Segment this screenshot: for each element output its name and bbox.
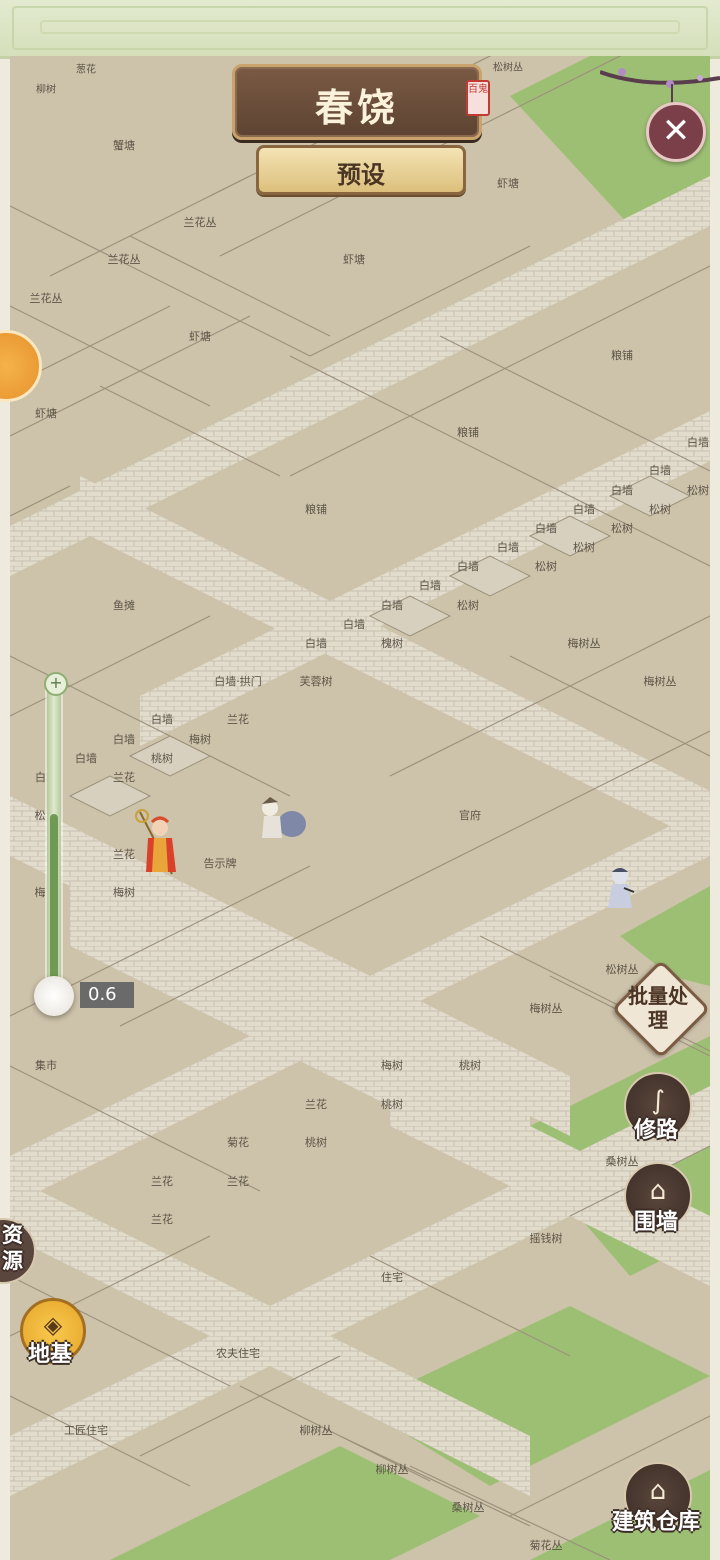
map-label[interactable]: 鱼摊 xyxy=(113,597,135,613)
monk-character[interactable] xyxy=(132,808,182,878)
map-label[interactable]: 摇钱树 xyxy=(530,1230,563,1246)
map-label[interactable]: 农夫住宅 xyxy=(216,1345,260,1361)
zoom-in-icon[interactable]: + xyxy=(44,672,68,696)
map-label[interactable]: 兰花 xyxy=(113,769,135,785)
foundation-icon: ◈ xyxy=(43,1311,63,1339)
map-label[interactable]: 白墙 xyxy=(305,635,327,651)
top-frame xyxy=(0,0,720,59)
map-label[interactable]: 虾塘 xyxy=(497,175,519,191)
wall-build-label[interactable]: 围墙 xyxy=(634,1204,678,1236)
zoom-slider-handle[interactable] xyxy=(34,976,74,1016)
map-label[interactable]: 松树 xyxy=(573,539,595,555)
map-label[interactable]: 粮铺 xyxy=(611,347,633,363)
map-label[interactable]: 兰花丛 xyxy=(108,251,141,267)
title-plaque: 春饶 xyxy=(232,64,482,140)
map-label[interactable]: 桃树 xyxy=(305,1134,327,1150)
map-label[interactable]: 松树丛 xyxy=(493,59,523,74)
frame-rail-inner xyxy=(40,20,680,34)
map-label[interactable]: 兰花 xyxy=(305,1096,327,1112)
map-label[interactable]: 白墙 xyxy=(151,711,173,727)
map-label[interactable]: 白墙 xyxy=(343,616,365,632)
map-label[interactable]: 兰花 xyxy=(151,1173,173,1189)
map-label[interactable]: 工匠住宅 xyxy=(64,1422,108,1438)
map-label[interactable]: 芙蓉树 xyxy=(300,673,333,689)
close-icon: ✕ xyxy=(661,111,691,151)
map-label[interactable]: 住宅 xyxy=(381,1269,403,1285)
map-label[interactable]: 白墙 xyxy=(497,539,519,555)
road-build-label[interactable]: 修路 xyxy=(634,1112,678,1144)
map-label[interactable]: 梅树 xyxy=(113,884,135,900)
map-label[interactable]: 松树 xyxy=(457,597,479,613)
map-label[interactable]: 菊花 xyxy=(227,1134,249,1150)
map-label[interactable]: 梅树丛 xyxy=(568,635,601,651)
batch-process-label[interactable]: 批量处理 xyxy=(626,984,690,1032)
map-label[interactable]: 白墙·拱门 xyxy=(214,673,262,689)
map-label[interactable]: 柳树丛 xyxy=(300,1422,333,1438)
map-label[interactable]: 梅 xyxy=(35,884,46,900)
zoom-value: 0.6 xyxy=(80,982,134,1008)
map-label[interactable]: 柳树丛 xyxy=(376,1461,409,1477)
map-label[interactable]: 集市 xyxy=(35,1057,57,1073)
map-label[interactable]: 告示牌 xyxy=(204,855,237,871)
map-label[interactable]: 桃树 xyxy=(459,1057,481,1073)
villager-character[interactable] xyxy=(602,864,638,912)
map-label[interactable]: 粮铺 xyxy=(457,424,479,440)
map-label[interactable]: 白墙 xyxy=(75,750,97,766)
map-label[interactable]: 白墙 xyxy=(649,462,671,478)
preset-button[interactable]: 预设 xyxy=(256,145,466,195)
map-label[interactable]: 白墙 xyxy=(535,520,557,536)
map-label[interactable]: 兰花丛 xyxy=(30,290,63,306)
map-label[interactable]: 桑树丛 xyxy=(452,1499,485,1515)
map-label[interactable]: 桃树 xyxy=(151,750,173,766)
plum-branch-decoration xyxy=(600,68,720,104)
foundation-label[interactable]: 地基 xyxy=(28,1336,72,1368)
map-label[interactable]: 槐树 xyxy=(381,635,403,651)
grass-field xyxy=(110,1446,480,1560)
warehouse-label[interactable]: 建筑仓库 xyxy=(612,1504,700,1536)
map-label[interactable]: 虾塘 xyxy=(189,328,211,344)
map-label[interactable]: 梅树丛 xyxy=(530,1000,563,1016)
map-label[interactable]: 兰花丛 xyxy=(184,214,217,230)
town-map[interactable]: 葱花 柳树 松树丛 蟹塘 虾塘 兰花丛 兰花丛 兰花丛 虾塘 虾塘 虾塘 粮铺 … xyxy=(10,56,710,1560)
map-label[interactable]: 白墙 xyxy=(419,577,441,593)
map-label[interactable]: 梅树 xyxy=(189,731,211,747)
map-label[interactable]: 兰花 xyxy=(227,711,249,727)
map-label[interactable]: 虾塘 xyxy=(343,251,365,267)
map-label[interactable]: 松树 xyxy=(535,558,557,574)
map-label[interactable]: 桑树丛 xyxy=(606,1153,639,1169)
map-label[interactable]: 粮铺 xyxy=(305,501,327,517)
map-label[interactable]: 白墙 xyxy=(113,731,135,747)
merchant-character[interactable] xyxy=(254,794,308,842)
page-title: 春饶 xyxy=(314,85,399,130)
title-seal-stamp: 百鬼 xyxy=(466,80,490,116)
resource-label[interactable]: 资源 xyxy=(2,1222,26,1274)
wall-gate-icon: ⌂ xyxy=(649,1176,667,1206)
map-label[interactable]: 松树 xyxy=(611,520,633,536)
map-ground xyxy=(10,56,710,1560)
map-label[interactable]: 白墙 xyxy=(611,482,633,498)
map-label[interactable]: 白墙 xyxy=(687,434,709,450)
map-label[interactable]: 松 xyxy=(35,807,46,823)
map-label[interactable]: 白墙 xyxy=(457,558,479,574)
map-label[interactable]: 兰花 xyxy=(227,1173,249,1189)
preset-label: 预设 xyxy=(337,161,385,189)
map-label[interactable]: 松树 xyxy=(687,482,709,498)
map-label[interactable]: 兰花 xyxy=(151,1211,173,1227)
map-label[interactable]: 梅树丛 xyxy=(644,673,677,689)
map-label[interactable]: 虾塘 xyxy=(35,405,57,421)
map-label[interactable]: 梅树 xyxy=(381,1057,403,1073)
map-label[interactable]: 葱花 xyxy=(76,61,96,76)
close-button[interactable]: ✕ xyxy=(646,102,706,162)
zoom-slider[interactable] xyxy=(47,682,61,1012)
map-label[interactable]: 蟹塘 xyxy=(113,137,135,153)
map-label[interactable]: 柳树 xyxy=(36,81,56,96)
map-label[interactable]: 白墙 xyxy=(573,501,595,517)
warehouse-icon: ⌂ xyxy=(649,1476,667,1506)
map-label[interactable]: 白墙 xyxy=(381,597,403,613)
map-label[interactable]: 菊花丛 xyxy=(530,1537,563,1553)
map-label[interactable]: 官府 xyxy=(459,807,481,823)
map-label[interactable]: 松树丛 xyxy=(606,961,639,977)
map-label[interactable]: 松树 xyxy=(649,501,671,517)
map-label[interactable]: 桃树 xyxy=(381,1096,403,1112)
